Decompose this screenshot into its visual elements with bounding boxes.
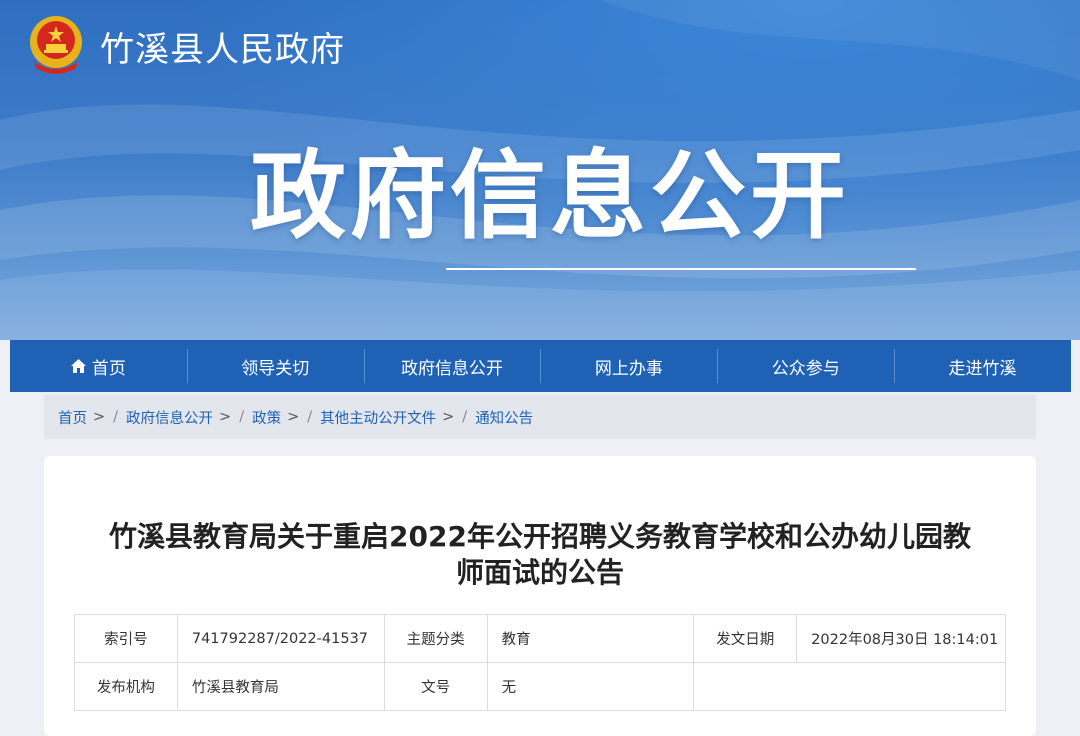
breadcrumb-separator: > (287, 409, 300, 425)
main-nav: 首页 领导关切 政府信息公开 网上办事 公众参与 走进竹溪 (10, 340, 1071, 392)
breadcrumb: 首页 > / 政府信息公开 > / 政策 > / 其他主动公开文件 > / 通知… (44, 395, 1036, 439)
date-value: 2022年08月30日 18:14:01 (796, 614, 1006, 663)
breadcrumb-separator: > (442, 409, 455, 425)
breadcrumb-separator: > (93, 409, 106, 425)
breadcrumb-home[interactable]: 首页 (58, 407, 87, 428)
national-emblem-icon (30, 16, 82, 74)
topic-label: 主题分类 (383, 614, 488, 663)
docno-label: 文号 (383, 662, 488, 711)
breadcrumb-policy[interactable]: 政策 (252, 407, 281, 428)
docno-value: 无 (486, 662, 695, 711)
breadcrumb-other-files[interactable]: 其他主动公开文件 (320, 407, 436, 428)
site-name[interactable]: 竹溪县人民政府 (100, 22, 345, 71)
table-row: 索引号 741792287/2022-41537 主题分类 教育 发文日期 20… (74, 614, 1006, 663)
breadcrumb-separator: > (219, 409, 232, 425)
header-banner: 竹溪县人民政府 政府信息公开 (0, 0, 1080, 340)
nav-item-label: 走进竹溪 (948, 358, 1017, 379)
nav-item-label: 网上办事 (594, 358, 663, 379)
document-title-line: 师面试的公告 (455, 556, 624, 589)
issuer-value: 竹溪县教育局 (176, 662, 385, 711)
breadcrumb-notices[interactable]: 通知公告 (475, 407, 533, 428)
nav-item-gov-info[interactable]: 政府信息公开 (363, 340, 541, 392)
document-metadata-table: 索引号 741792287/2022-41537 主题分类 教育 发文日期 20… (74, 614, 1006, 711)
nav-item-leadership[interactable]: 领导关切 (186, 340, 364, 392)
banner-title-underline (446, 268, 916, 270)
nav-item-label: 领导关切 (241, 358, 310, 379)
nav-item-public-participation[interactable]: 公众参与 (717, 340, 894, 392)
nav-item-label: 公众参与 (771, 358, 840, 379)
date-label: 发文日期 (693, 614, 798, 663)
breadcrumb-gov-info[interactable]: 政府信息公开 (126, 407, 213, 428)
empty-cell (693, 662, 1006, 711)
banner-title: 政府信息公开 (250, 140, 850, 252)
nav-item-label: 首页 (91, 358, 126, 379)
topic-value: 教育 (486, 614, 695, 663)
nav-item-home[interactable]: 首页 (10, 340, 187, 392)
home-icon (70, 359, 86, 373)
document-title: 竹溪县教育局关于重启2022年公开招聘义务教育学校和公办幼儿园教 师面试的公告 (70, 519, 1010, 591)
index-label: 索引号 (74, 614, 178, 663)
index-value: 741792287/2022-41537 (176, 614, 385, 663)
nav-item-online-service[interactable]: 网上办事 (540, 340, 717, 392)
nav-item-label: 政府信息公开 (401, 358, 504, 379)
table-row: 发布机构 竹溪县教育局 文号 无 (74, 662, 1006, 711)
document-title-line: 竹溪县教育局关于重启2022年公开招聘义务教育学校和公办幼儿园教 (109, 520, 971, 553)
issuer-label: 发布机构 (74, 662, 178, 711)
nav-item-about-zhuxi[interactable]: 走进竹溪 (894, 340, 1071, 392)
